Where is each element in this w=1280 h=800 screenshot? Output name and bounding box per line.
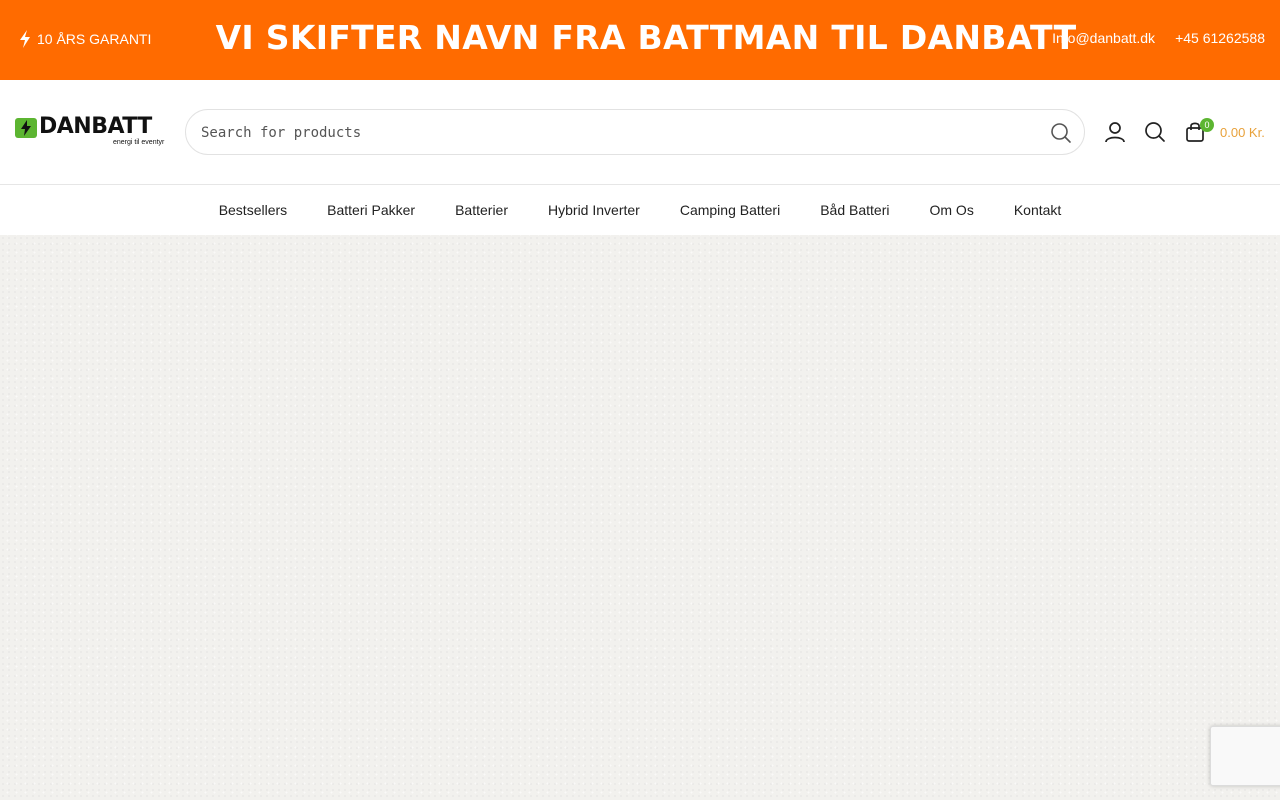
site-header: DANBATT energi til eventyr 0 0.00 Kr. (0, 80, 1280, 185)
logo-wordmark: DANBATT (39, 114, 152, 139)
search-icon[interactable] (1144, 121, 1166, 143)
user-icon[interactable] (1104, 121, 1126, 143)
announcement-bar: 10 ÅRS GARANTI VI SKIFTER NAVN FRA BATTM… (0, 0, 1280, 80)
cart-count-badge: 0 (1200, 118, 1214, 132)
nav-item-batterier[interactable]: Batterier (435, 202, 528, 218)
nav-item-batteri-pakker[interactable]: Batteri Pakker (307, 202, 435, 218)
nav-item-camping-batteri[interactable]: Camping Batteri (660, 202, 800, 218)
nav-item-om-os[interactable]: Om Os (909, 202, 993, 218)
logo-bolt-icon (15, 118, 37, 138)
nav-item-bad-batteri[interactable]: Båd Batteri (800, 202, 909, 218)
contact-info: Info@danbatt.dk +45 61262588 (1052, 30, 1265, 46)
nav-item-kontakt[interactable]: Kontakt (994, 202, 1081, 218)
phone-link[interactable]: +45 61262588 (1175, 30, 1265, 46)
search-input[interactable] (201, 122, 1021, 144)
recaptcha-badge[interactable] (1210, 726, 1280, 786)
hero-banner (0, 235, 1280, 800)
main-navigation: Bestsellers Batteri Pakker Batterier Hyb… (0, 185, 1280, 235)
email-link[interactable]: Info@danbatt.dk (1052, 30, 1155, 46)
logo-tagline: energi til eventyr (113, 139, 165, 146)
product-search (185, 109, 1085, 155)
nav-item-bestsellers[interactable]: Bestsellers (199, 202, 307, 218)
site-logo[interactable]: DANBATT energi til eventyr (15, 114, 165, 150)
nav-item-hybrid-inverter[interactable]: Hybrid Inverter (528, 202, 660, 218)
cart-total[interactable]: 0.00 Kr. (1220, 125, 1265, 140)
search-icon[interactable] (1050, 122, 1072, 144)
